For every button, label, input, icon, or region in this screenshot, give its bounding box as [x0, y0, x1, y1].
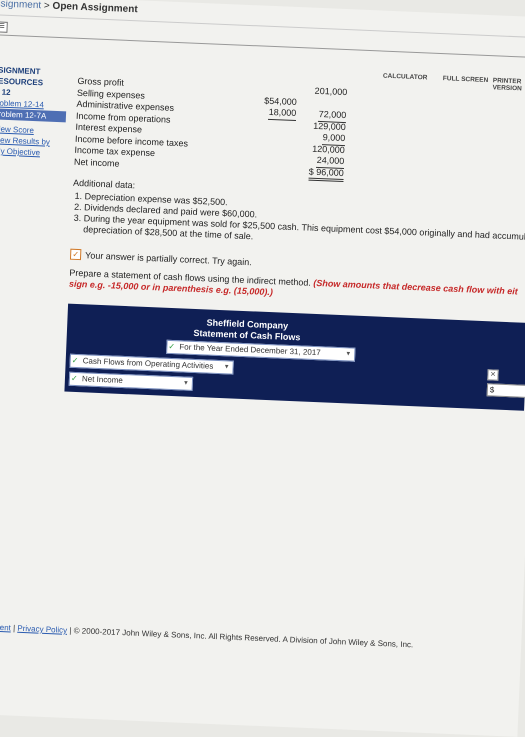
chevron-down-icon: ▼ — [345, 351, 352, 358]
sidebar: SSIGNMENT RESOURCES W 12 Problem 12-14 P… — [0, 64, 68, 159]
additional-data: Additional data: Depreciation expense wa… — [71, 178, 525, 254]
income-statement: Gross profit 201,000 Selling expenses $5… — [74, 76, 418, 183]
breadcrumb-current: Open Assignment — [52, 0, 138, 16]
breadcrumb-assignment-link[interactable]: ssignment — [0, 0, 41, 11]
assignment-page: ssignment > Open Assignment ☰ CALCULATOR… — [0, 0, 525, 737]
chevron-down-icon: ▼ — [182, 380, 189, 387]
tab-calculator[interactable]: CALCULATOR — [380, 70, 431, 83]
breadcrumb-separator: > — [43, 0, 50, 12]
copyright-text: © 2000-2017 John Wiley & Sons, Inc. All … — [73, 626, 414, 650]
correct-check-icon: ✓ — [70, 373, 78, 384]
net-income-amount-input[interactable]: $ — [486, 383, 525, 399]
footer: se Agreement | Privacy Policy | © 2000-2… — [0, 621, 521, 653]
menu-icon[interactable]: ☰ — [0, 21, 8, 33]
correct-check-icon: ✓ — [71, 355, 79, 366]
incorrect-x-icon: ✕ — [487, 369, 499, 381]
sidebar-link-study-objective[interactable]: tudy Objective — [0, 145, 65, 159]
user-agreement-link[interactable]: se Agreement — [0, 621, 11, 632]
chevron-down-icon: ▼ — [223, 364, 230, 371]
feedback-text: Your answer is partially correct. Try ag… — [84, 249, 252, 267]
sidebar-item-problem-12-7a[interactable]: Problem 12-7A — [0, 108, 67, 123]
tab-full-screen[interactable]: FULL SCREEN — [440, 73, 492, 86]
partial-check-icon: ✓ — [69, 248, 82, 261]
privacy-policy-link[interactable]: Privacy Policy — [17, 624, 67, 635]
cash-flow-statement-panel: Sheffield Company Statement of Cash Flow… — [64, 303, 525, 411]
section-select[interactable]: ✓ Cash Flows from Operating Activities ▼ — [69, 353, 234, 375]
main-content: Gross profit 201,000 Selling expenses $5… — [64, 76, 525, 411]
sidebar-heading: SSIGNMENT RESOURCES — [0, 65, 44, 88]
correct-check-icon: ✓ — [168, 341, 176, 352]
net-income-select[interactable]: ✓ Net Income ▼ — [68, 371, 194, 391]
